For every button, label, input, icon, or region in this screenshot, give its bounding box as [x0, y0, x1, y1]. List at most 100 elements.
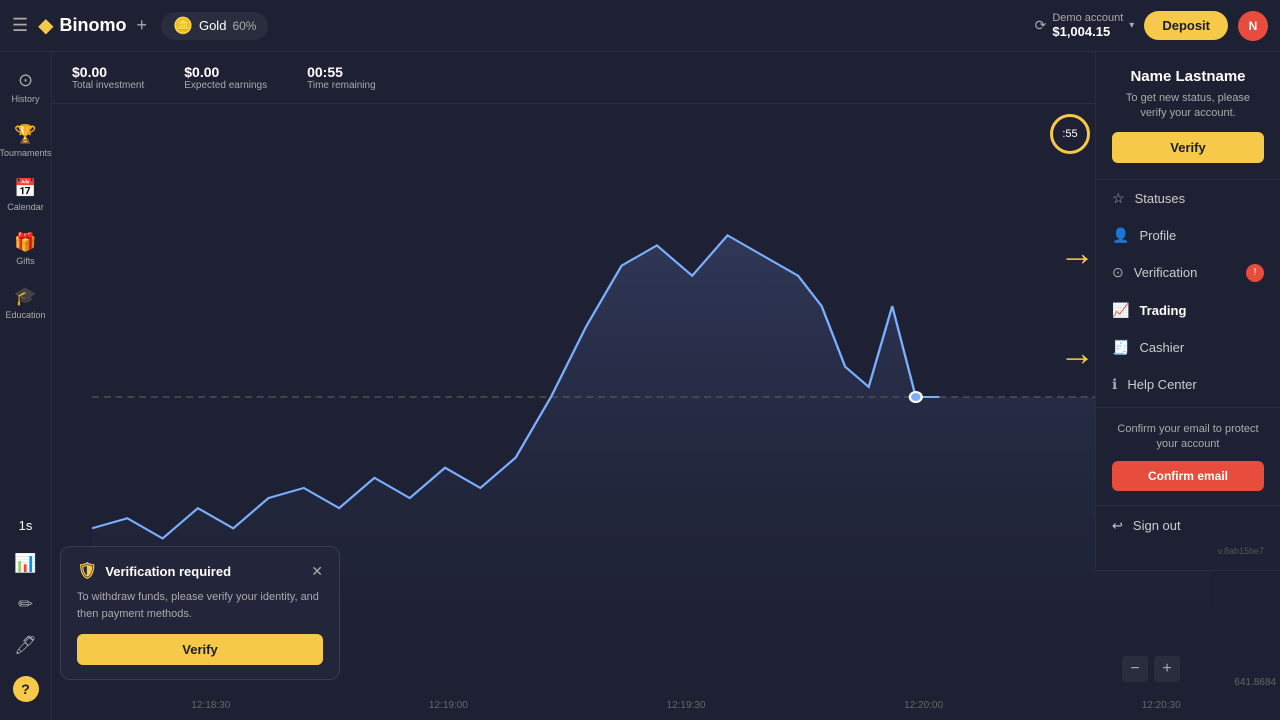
confirm-email-label: Confirm your email to protect your accou… [1112, 422, 1264, 453]
toast-body: To withdraw funds, please verify your id… [77, 589, 323, 622]
menu-item-statuses[interactable]: ☆ Statuses [1096, 180, 1280, 217]
price-axis-label: 641.8684 [1234, 677, 1276, 688]
profile-verify-button[interactable]: Verify [1112, 132, 1264, 163]
trading-label: Trading [1139, 303, 1186, 318]
sign-out-button[interactable]: ↩ Sign out [1096, 510, 1280, 542]
topnav: ☰ ◆ Binomo + 🪙 Gold 60% ⟳ Demo account $… [0, 0, 1280, 52]
shield-icon: 🛡 [77, 561, 97, 581]
sidebar-item-chart[interactable]: 📊 [0, 545, 51, 582]
signout-label: Sign out [1133, 518, 1181, 533]
calendar-icon: 📅 [14, 178, 36, 199]
verification-badge: ! [1246, 264, 1264, 282]
time-button: 1s [19, 518, 33, 533]
dropdown-divider [1096, 407, 1280, 408]
confirm-email-button[interactable]: Confirm email [1112, 461, 1264, 491]
avatar[interactable]: N [1238, 11, 1268, 41]
draw-icon: ✏ [18, 594, 33, 615]
chevron-down-icon: ▾ [1129, 20, 1134, 31]
verification-toast: 🛡 Verification required ✕ To withdraw fu… [60, 546, 340, 680]
time-remaining-label: Time remaining [307, 80, 376, 91]
price-axis: 641.8684 [1210, 677, 1280, 690]
sidebar-item-tournaments[interactable]: 🏆 Tournaments [0, 116, 51, 166]
time-label-4: 12:20:00 [904, 700, 943, 711]
verification-icon: ⊙ [1112, 264, 1124, 281]
dropdown-divider-2 [1096, 505, 1280, 506]
demo-account-amount: $1,004.15 [1052, 24, 1123, 39]
account-selector[interactable]: 🪙 Gold 60% [161, 12, 268, 40]
menu-item-trading[interactable]: 📈 Trading [1096, 292, 1280, 329]
timer-value: :55 [1062, 128, 1077, 140]
pencil-icon: 🖊 [14, 635, 37, 656]
toast-title: 🛡 Verification required [77, 561, 231, 581]
cashier-label: Cashier [1139, 340, 1184, 355]
coin-icon: 🪙 [173, 16, 193, 36]
refresh-icon: ⟳ [1035, 17, 1047, 34]
toast-close-button[interactable]: ✕ [311, 563, 323, 580]
sidebar-item-gifts[interactable]: 🎁 Gifts [0, 224, 51, 274]
sidebar-item-draw[interactable]: ✏ [0, 586, 51, 623]
help-center-label: Help Center [1127, 377, 1196, 392]
expected-earnings-value: $0.00 [184, 64, 267, 80]
sidebar-item-history[interactable]: ⊙ History [0, 62, 51, 112]
total-investment-label: Total investment [72, 80, 144, 91]
sidebar-item-education[interactable]: 🎓 Education [0, 278, 51, 328]
sidebar-item-pencil[interactable]: 🖊 [0, 627, 51, 664]
time-label-2: 12:19:00 [429, 700, 468, 711]
profile-name: Name Lastname [1112, 68, 1264, 85]
logo-text: Binomo [60, 15, 127, 36]
time-label-3: 12:19:30 [667, 700, 706, 711]
menu-item-help-center[interactable]: ℹ Help Center [1096, 366, 1280, 403]
timer-circle: :55 [1050, 114, 1090, 154]
account-name: Gold [199, 18, 226, 33]
verification-label: Verification [1134, 265, 1198, 280]
sidebar: ⊙ History 🏆 Tournaments 📅 Calendar 🎁 Gif… [0, 52, 52, 720]
profile-header: Name Lastname To get new status, please … [1096, 52, 1280, 180]
statuses-icon: ☆ [1112, 190, 1125, 207]
sidebar-item-1s[interactable]: 1s [0, 510, 51, 541]
deposit-button[interactable]: Deposit [1144, 11, 1228, 40]
toast-header: 🛡 Verification required ✕ [77, 561, 323, 581]
profile-label: Profile [1139, 228, 1176, 243]
statuses-label: Statuses [1135, 191, 1186, 206]
plus-button[interactable]: + [137, 15, 148, 36]
sidebar-item-help[interactable]: ? [0, 668, 51, 710]
menu-item-cashier[interactable]: 🧾 Cashier [1096, 329, 1280, 366]
toast-verify-button[interactable]: Verify [77, 634, 323, 665]
total-investment-value: $0.00 [72, 64, 144, 80]
zoom-in-button[interactable]: + [1154, 656, 1180, 682]
menu-item-profile[interactable]: 👤 Profile [1096, 217, 1280, 254]
menu-item-verification[interactable]: ⊙ Verification ! [1096, 254, 1280, 292]
time-label-1: 12:18:30 [191, 700, 230, 711]
zoom-controls: − + [1122, 656, 1180, 682]
sidebar-item-label: Gifts [16, 256, 35, 266]
sidebar-item-label: Education [5, 310, 45, 320]
history-icon: ⊙ [18, 70, 33, 91]
trading-icon: 📈 [1112, 302, 1129, 319]
profile-icon: 👤 [1112, 227, 1129, 244]
tournaments-icon: 🏆 [14, 124, 36, 145]
hamburger-button[interactable]: ☰ [12, 15, 28, 36]
help-circle: ? [13, 676, 39, 702]
logo-icon: ◆ [38, 13, 53, 38]
demo-account[interactable]: ⟳ Demo account $1,004.15 ▾ [1035, 12, 1135, 39]
sidebar-item-calendar[interactable]: 📅 Calendar [0, 170, 51, 220]
sidebar-item-label: History [11, 94, 39, 104]
education-icon: 🎓 [14, 286, 36, 307]
help-center-icon: ℹ [1112, 376, 1117, 393]
expected-earnings-stat: $0.00 Expected earnings [184, 64, 267, 91]
profile-dropdown: Name Lastname To get new status, please … [1095, 52, 1280, 571]
total-investment-stat: $0.00 Total investment [72, 64, 144, 91]
demo-account-label: Demo account [1052, 12, 1123, 24]
time-axis: 12:18:30 12:19:00 12:19:30 12:20:00 12:2… [92, 690, 1280, 720]
expected-earnings-label: Expected earnings [184, 80, 267, 91]
gifts-icon: 🎁 [14, 232, 36, 253]
cashier-icon: 🧾 [1112, 339, 1129, 356]
sidebar-item-label: Calendar [7, 202, 44, 212]
confirm-email-section: Confirm your email to protect your accou… [1096, 412, 1280, 501]
zoom-out-button[interactable]: − [1122, 656, 1148, 682]
time-remaining-stat: 00:55 Time remaining [307, 64, 376, 91]
signout-icon: ↩ [1112, 518, 1123, 534]
time-remaining-value: 00:55 [307, 64, 376, 80]
version-label: v.8ab15be7 [1096, 542, 1280, 560]
arrow-right-1: → [1059, 232, 1095, 274]
